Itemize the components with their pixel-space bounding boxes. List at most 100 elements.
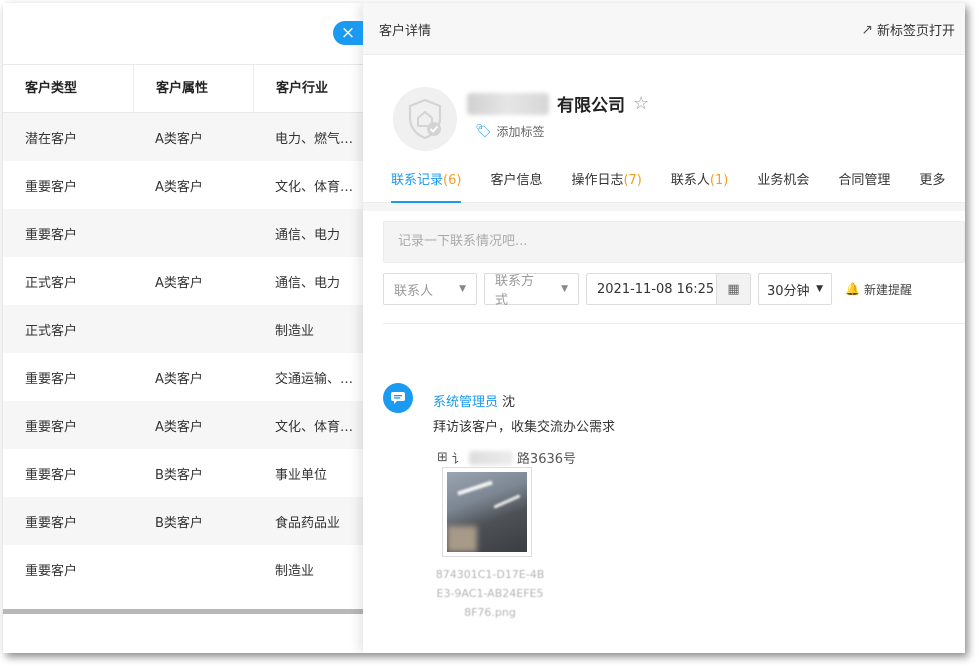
- cell-type: 重要客户: [25, 371, 78, 387]
- add-tag-button[interactable]: 🏷 添加标签: [475, 123, 545, 140]
- detail-tabs: 联系记录(6) 客户信息 操作日志(7) 联系人(1) 业务机会 合同管理 更多: [363, 159, 965, 203]
- table-row[interactable]: 重要客户 A类客户 文化、体育和...: [3, 401, 363, 449]
- tab-customer-info[interactable]: 客户信息: [490, 159, 542, 203]
- photo-image: [447, 472, 527, 552]
- new-reminder-label: 新建提醒: [863, 282, 912, 297]
- tab-label: 联系人: [670, 172, 710, 188]
- shield-icon: [408, 98, 442, 140]
- customer-list: 客户类型 客户属性 客户行业 潜在客户 A类客户 电力、燃气及... 重要客户 A类客…: [3, 3, 363, 653]
- section-divider: [363, 203, 965, 211]
- address-suffix: 路3636号: [516, 452, 577, 467]
- cell-type: 潜在客户: [25, 131, 78, 147]
- cell-type: 重要客户: [25, 179, 78, 195]
- tab-contact-records[interactable]: 联系记录(6): [391, 159, 462, 203]
- tab-count: (7): [623, 172, 642, 188]
- datetime-picker[interactable]: 2021-11-08 16:25 ▦: [586, 273, 751, 305]
- redacted-address: [468, 450, 513, 465]
- record-address: ⊞ 讠 路3636号: [437, 448, 576, 467]
- cell-attribute: A类客户: [155, 275, 203, 291]
- table-row[interactable]: 重要客户 制造业: [3, 545, 363, 593]
- attachment-filename: 874301C1-D17E-4BE3-9AC1-AB24EFE58F76.png: [435, 568, 545, 619]
- list-header: 客户类型 客户属性 客户行业: [3, 64, 363, 113]
- customer-detail-drawer: 客户详情 ↗ 新标签页打开 有限公司 ☆ 🏷 添加标签 联系记录(6) 客户信息…: [363, 3, 965, 653]
- controls-divider: [383, 323, 965, 324]
- header-customer-attribute[interactable]: 客户属性: [133, 64, 253, 113]
- cell-industry: 食品药品业: [275, 515, 341, 531]
- header-customer-industry[interactable]: 客户行业: [253, 64, 363, 113]
- external-link-icon: ↗: [861, 21, 873, 38]
- horizontal-scrollbar[interactable]: [3, 609, 363, 614]
- redacted-company-prefix: [467, 92, 549, 115]
- record-controls: 联系人 ▼ 联系方式 ▼ 2021-11-08 16:25 ▦ 30分钟 ▼ 🔔: [383, 273, 912, 308]
- table-row[interactable]: 重要客户 B类客户 事业单位: [3, 449, 363, 497]
- list-toolbar: [3, 3, 363, 65]
- tab-label: 客户信息: [490, 172, 543, 188]
- open-in-new-tab-label: 新标签页打开: [876, 24, 955, 39]
- app-frame: 客户类型 客户属性 客户行业 潜在客户 A类客户 电力、燃气及... 重要客户 A类客…: [3, 3, 965, 653]
- table-row[interactable]: 正式客户 制造业: [3, 305, 363, 353]
- datetime-value: 2021-11-08 16:25: [597, 281, 715, 297]
- header-customer-type[interactable]: 客户类型: [3, 65, 133, 113]
- tab-label: 更多: [919, 172, 946, 188]
- contact-person-value: 联系人: [394, 283, 434, 299]
- chat-bubble-icon: [391, 392, 405, 404]
- caret-down-icon: ▼: [561, 284, 568, 294]
- cell-industry: 文化、体育和...: [275, 179, 363, 195]
- drawer-title: 客户详情: [379, 24, 432, 39]
- tab-count: (6): [443, 172, 462, 188]
- tab-contacts[interactable]: 联系人(1): [671, 159, 728, 203]
- calendar-icon[interactable]: ▦: [716, 274, 750, 304]
- cell-attribute: B类客户: [155, 467, 203, 483]
- cell-attribute: A类客户: [155, 371, 203, 387]
- new-reminder-button[interactable]: 🔔 新建提醒: [845, 273, 912, 305]
- map-icon: ⊞: [437, 450, 448, 465]
- company-summary: 有限公司 ☆ 🏷 添加标签: [363, 55, 965, 159]
- table-row[interactable]: 重要客户 A类客户 交通运输、仓...: [3, 353, 363, 401]
- drawer-header: 客户详情 ↗ 新标签页打开: [363, 3, 965, 55]
- cell-type: 重要客户: [25, 419, 78, 435]
- cell-industry: 交通运输、仓...: [275, 371, 363, 387]
- cell-type: 正式客户: [25, 323, 78, 339]
- record-text: 拜访该客户，收集交流办公需求: [433, 420, 616, 435]
- close-icon: ×: [340, 23, 356, 43]
- cell-industry: 通信、电力: [275, 275, 341, 291]
- table-row[interactable]: 重要客户 A类客户 文化、体育和...: [3, 161, 363, 209]
- contact-person-select[interactable]: 联系人 ▼: [383, 273, 477, 305]
- tab-label: 业务机会: [757, 172, 810, 188]
- company-name-text: 有限公司: [557, 96, 625, 116]
- tab-contracts[interactable]: 合同管理: [838, 159, 890, 203]
- chat-icon: [383, 383, 413, 413]
- cell-industry: 电力、燃气及...: [275, 131, 363, 147]
- cell-attribute: A类客户: [155, 419, 203, 435]
- close-drawer-button[interactable]: ×: [333, 21, 363, 45]
- table-row[interactable]: 正式客户 A类客户 通信、电力: [3, 257, 363, 305]
- record-author: 系统管理员沈: [433, 391, 515, 410]
- table-row[interactable]: 潜在客户 A类客户 电力、燃气及...: [3, 113, 363, 161]
- attachment-thumbnail[interactable]: [442, 467, 532, 557]
- tab-count: (1): [709, 172, 729, 188]
- cell-type: 重要客户: [25, 515, 78, 531]
- address-prefix: 讠: [451, 452, 465, 467]
- tab-operation-log[interactable]: 操作日志(7): [571, 159, 641, 203]
- list-rows: 潜在客户 A类客户 电力、燃气及... 重要客户 A类客户 文化、体育和... 重要客户…: [3, 113, 363, 593]
- contact-records-panel: 记录一下联系情况吧... 联系人 ▼ 联系方式 ▼ 2021-11-08 16:…: [363, 203, 965, 653]
- duration-value: 30分钟: [767, 283, 810, 299]
- contact-note-input[interactable]: 记录一下联系情况吧...: [383, 221, 965, 263]
- cell-type: 重要客户: [25, 467, 78, 483]
- cell-type: 重要客户: [25, 563, 78, 579]
- tag-icon: 🏷: [475, 124, 492, 139]
- tab-label: 联系记录: [391, 172, 444, 188]
- cell-industry: 制造业: [275, 323, 315, 339]
- duration-select[interactable]: 30分钟 ▼: [758, 273, 832, 305]
- table-row[interactable]: 重要客户 B类客户 食品药品业: [3, 497, 363, 545]
- open-in-new-tab-button[interactable]: ↗ 新标签页打开: [861, 20, 955, 40]
- star-icon[interactable]: ☆: [633, 93, 649, 114]
- cell-industry: 通信、电力: [275, 227, 341, 243]
- table-row[interactable]: 重要客户 通信、电力: [3, 209, 363, 257]
- author-surname: 沈: [502, 395, 516, 410]
- cell-attribute: B类客户: [155, 515, 203, 531]
- author-name-link[interactable]: 系统管理员: [433, 395, 498, 410]
- tab-opportunities[interactable]: 业务机会: [757, 159, 809, 203]
- tab-more[interactable]: 更多: [919, 159, 945, 203]
- contact-method-select[interactable]: 联系方式 ▼: [484, 273, 579, 308]
